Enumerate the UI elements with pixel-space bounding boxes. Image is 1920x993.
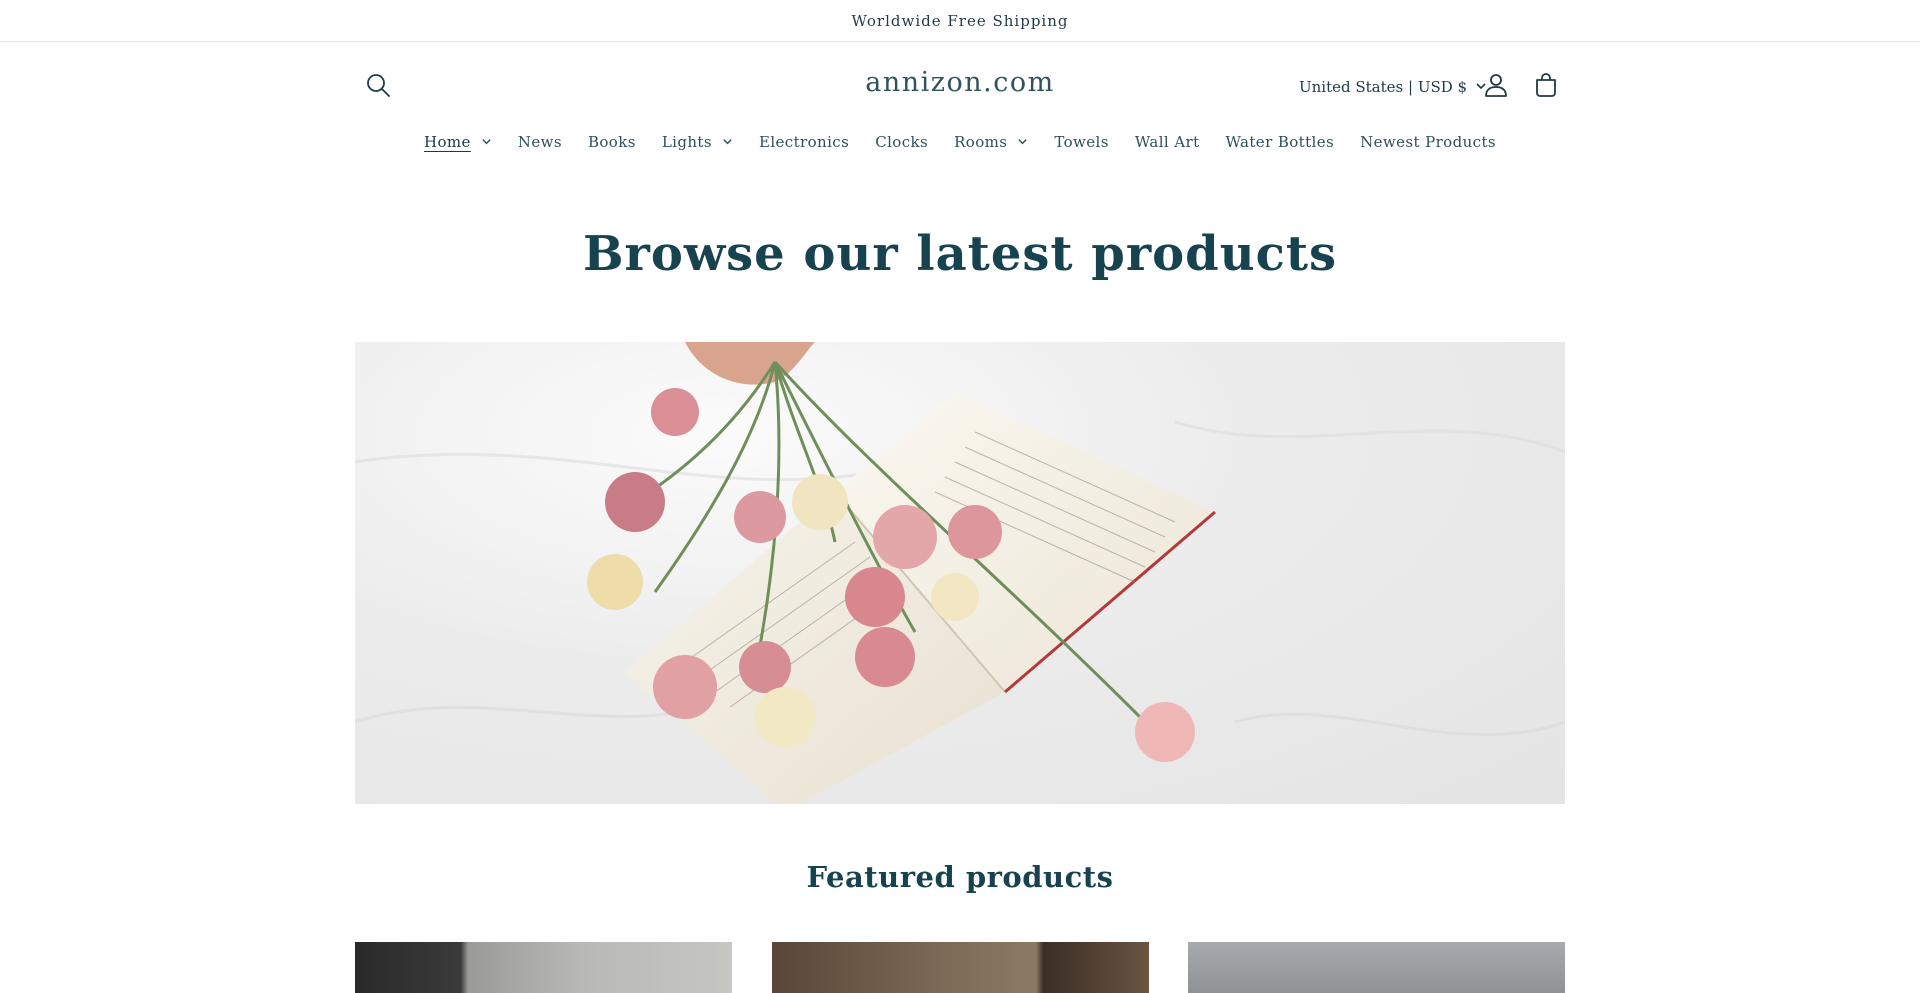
announcement-bar: Worldwide Free Shipping <box>0 0 1920 42</box>
nav-item-electronics[interactable]: Electronics <box>746 133 862 151</box>
nav-item-wall-art[interactable]: Wall Art <box>1122 133 1213 151</box>
main-nav: Home News Books Lights Electronics Clock… <box>0 133 1920 151</box>
nav-item-label: Newest Products <box>1360 133 1497 151</box>
featured-products-title: Featured products <box>806 860 1114 894</box>
nav-item-label: Electronics <box>758 133 850 151</box>
country-selector[interactable]: United States | USD $ <box>1299 75 1487 99</box>
nav-item-label: Rooms <box>954 133 1008 151</box>
nav-item-news[interactable]: News <box>505 133 575 151</box>
nav-item-label: Clocks <box>875 133 929 151</box>
country-selector-label: United States | USD $ <box>1299 78 1468 96</box>
nav-item-lights[interactable]: Lights <box>649 133 746 151</box>
nav-item-label: Home <box>423 133 471 151</box>
hero-title: Browse our latest products <box>582 226 1338 282</box>
nav-item-label: Wall Art <box>1134 133 1200 151</box>
nav-item-label: News <box>517 133 562 151</box>
nav-item-label: Towels <box>1054 133 1109 151</box>
chevron-down-icon <box>1017 133 1028 151</box>
nav-item-home[interactable]: Home <box>411 133 505 151</box>
cart-icon[interactable] <box>1532 71 1560 99</box>
nav-item-clocks[interactable]: Clocks <box>862 133 941 151</box>
nav-item-rooms[interactable]: Rooms <box>941 133 1041 151</box>
hero-image <box>355 342 1565 804</box>
nav-item-label: Lights <box>661 133 712 151</box>
site-header: annizon.com United States | USD $ Home N… <box>0 43 1920 173</box>
account-icon[interactable] <box>1482 71 1510 99</box>
nav-item-label: Books <box>587 133 636 151</box>
product-card[interactable] <box>355 942 732 993</box>
nav-item-towels[interactable]: Towels <box>1041 133 1121 151</box>
announcement-text: Worldwide Free Shipping <box>851 11 1069 30</box>
chevron-down-icon <box>722 133 733 151</box>
nav-item-newest-products[interactable]: Newest Products <box>1347 133 1509 151</box>
search-icon[interactable] <box>364 71 392 99</box>
product-card[interactable] <box>1188 942 1565 993</box>
site-logo[interactable]: annizon.com <box>760 67 1160 98</box>
nav-item-label: Water Bottles <box>1225 133 1335 151</box>
hero-image-illustration <box>355 342 1565 804</box>
product-card[interactable] <box>772 942 1149 993</box>
nav-item-books[interactable]: Books <box>575 133 649 151</box>
nav-item-water-bottles[interactable]: Water Bottles <box>1213 133 1348 151</box>
chevron-down-icon <box>481 133 492 151</box>
